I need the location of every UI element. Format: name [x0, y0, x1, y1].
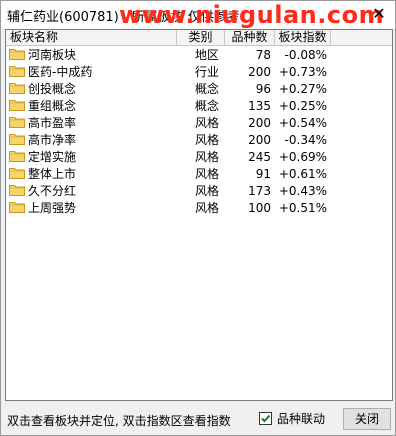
sector-index-cell[interactable]: +0.43% — [275, 183, 327, 200]
table-row[interactable]: 重组概念 概念 135 +0.25% — [6, 98, 392, 115]
column-header-sector-index[interactable]: 板块指数 — [275, 30, 331, 46]
table-header: 板块名称 类别 品种数 板块指数 — [6, 30, 392, 46]
table-row[interactable]: 久不分红 风格 173 +0.43% — [6, 183, 392, 200]
stock-count-cell[interactable]: 135 — [225, 98, 273, 115]
stock-count-cell[interactable]: 200 — [225, 115, 273, 132]
sector-index-cell[interactable]: -0.08% — [275, 47, 327, 64]
stock-count-cell[interactable]: 245 — [225, 149, 273, 166]
sector-name-cell[interactable]: 定增实施 — [9, 149, 177, 166]
sector-index-cell[interactable]: -0.34% — [275, 132, 327, 149]
status-hint: 双击查看板块并定位, 双击指数区查看指数 — [7, 414, 231, 428]
stock-count-cell[interactable]: 173 — [225, 183, 273, 200]
sector-index-cell[interactable]: +0.54% — [275, 115, 327, 132]
sector-index-cell[interactable]: +0.73% — [275, 64, 327, 81]
stock-count-cell[interactable]: 100 — [225, 200, 273, 217]
close-icon[interactable]: ✕ — [367, 3, 391, 25]
stock-count-cell[interactable]: 78 — [225, 47, 273, 64]
sector-name: 上周强势 — [28, 201, 77, 215]
stock-count-cell[interactable]: 200 — [225, 64, 273, 81]
column-header-stock-count[interactable]: 品种数 — [225, 30, 275, 46]
stock-count-cell[interactable]: 200 — [225, 132, 273, 149]
check-icon — [261, 414, 271, 423]
table-row[interactable]: 河南板块 地区 78 -0.08% — [6, 47, 392, 64]
title-bar[interactable]: 辅仁药业(600781) - 所属板块 仅供参考 www.niugulan.co… — [1, 1, 395, 29]
sector-name: 久不分红 — [28, 184, 77, 198]
status-bar: 双击查看板块并定位, 双击指数区查看指数 品种联动 关闭 — [1, 403, 395, 435]
stock-count-cell[interactable]: 96 — [225, 81, 273, 98]
sector-name: 创投概念 — [28, 82, 77, 96]
sector-window: 辅仁药业(600781) - 所属板块 仅供参考 www.niugulan.co… — [0, 0, 396, 436]
sector-index-cell[interactable]: +0.27% — [275, 81, 327, 98]
table-row[interactable]: 医药-中成药 行业 200 +0.73% — [6, 64, 392, 81]
table-row[interactable]: 创投概念 概念 96 +0.27% — [6, 81, 392, 98]
folder-icon — [9, 168, 25, 179]
sector-name: 高市盈率 — [28, 116, 77, 130]
sector-name-cell[interactable]: 整体上市 — [9, 166, 177, 183]
close-button[interactable]: 关闭 — [343, 408, 391, 430]
watermark: www.niugulan.com — [119, 1, 385, 29]
sector-name-cell[interactable]: 上周强势 — [9, 200, 177, 217]
sector-name-cell[interactable]: 高市盈率 — [9, 115, 177, 132]
folder-icon — [9, 134, 25, 145]
table-row[interactable]: 高市盈率 风格 200 +0.54% — [6, 115, 392, 132]
folder-icon — [9, 185, 25, 196]
table-row[interactable]: 整体上市 风格 91 +0.61% — [6, 166, 392, 183]
sector-index-cell[interactable]: +0.61% — [275, 166, 327, 183]
sector-name-cell[interactable]: 久不分红 — [9, 183, 177, 200]
linkage-checkbox-label: 品种联动 — [277, 412, 326, 426]
folder-icon — [9, 117, 25, 128]
sector-name-cell[interactable]: 医药-中成药 — [9, 64, 177, 81]
column-header-category[interactable]: 类别 — [177, 30, 225, 46]
sector-index-cell[interactable]: +0.69% — [275, 149, 327, 166]
sector-name: 定增实施 — [28, 150, 77, 164]
sector-name-cell[interactable]: 创投概念 — [9, 81, 177, 98]
table-row[interactable]: 定增实施 风格 245 +0.69% — [6, 149, 392, 166]
stock-count-cell[interactable]: 91 — [225, 166, 273, 183]
sector-name-cell[interactable]: 高市净率 — [9, 132, 177, 149]
sector-name-cell[interactable]: 河南板块 — [9, 47, 177, 64]
sector-index-cell[interactable]: +0.25% — [275, 98, 327, 115]
folder-icon — [9, 83, 25, 94]
table-row[interactable]: 上周强势 风格 100 +0.51% — [6, 200, 392, 217]
sector-name: 重组概念 — [28, 99, 77, 113]
folder-icon — [9, 49, 25, 60]
column-header-sector-name[interactable]: 板块名称 — [6, 30, 177, 46]
sector-name-cell[interactable]: 重组概念 — [9, 98, 177, 115]
sector-name: 医药-中成药 — [28, 65, 93, 79]
sector-name: 整体上市 — [28, 167, 77, 181]
linkage-checkbox[interactable] — [259, 412, 272, 425]
folder-icon — [9, 100, 25, 111]
folder-icon — [9, 202, 25, 213]
table-row[interactable]: 高市净率 风格 200 -0.34% — [6, 132, 392, 149]
folder-icon — [9, 66, 25, 77]
sector-name: 河南板块 — [28, 48, 77, 62]
sector-name: 高市净率 — [28, 133, 77, 147]
sector-table: 板块名称 类别 品种数 板块指数 河南板块 地区 78 -0.08% 医药-中成药 行业 2… — [5, 29, 393, 401]
sector-index-cell[interactable]: +0.51% — [275, 200, 327, 217]
folder-icon — [9, 151, 25, 162]
